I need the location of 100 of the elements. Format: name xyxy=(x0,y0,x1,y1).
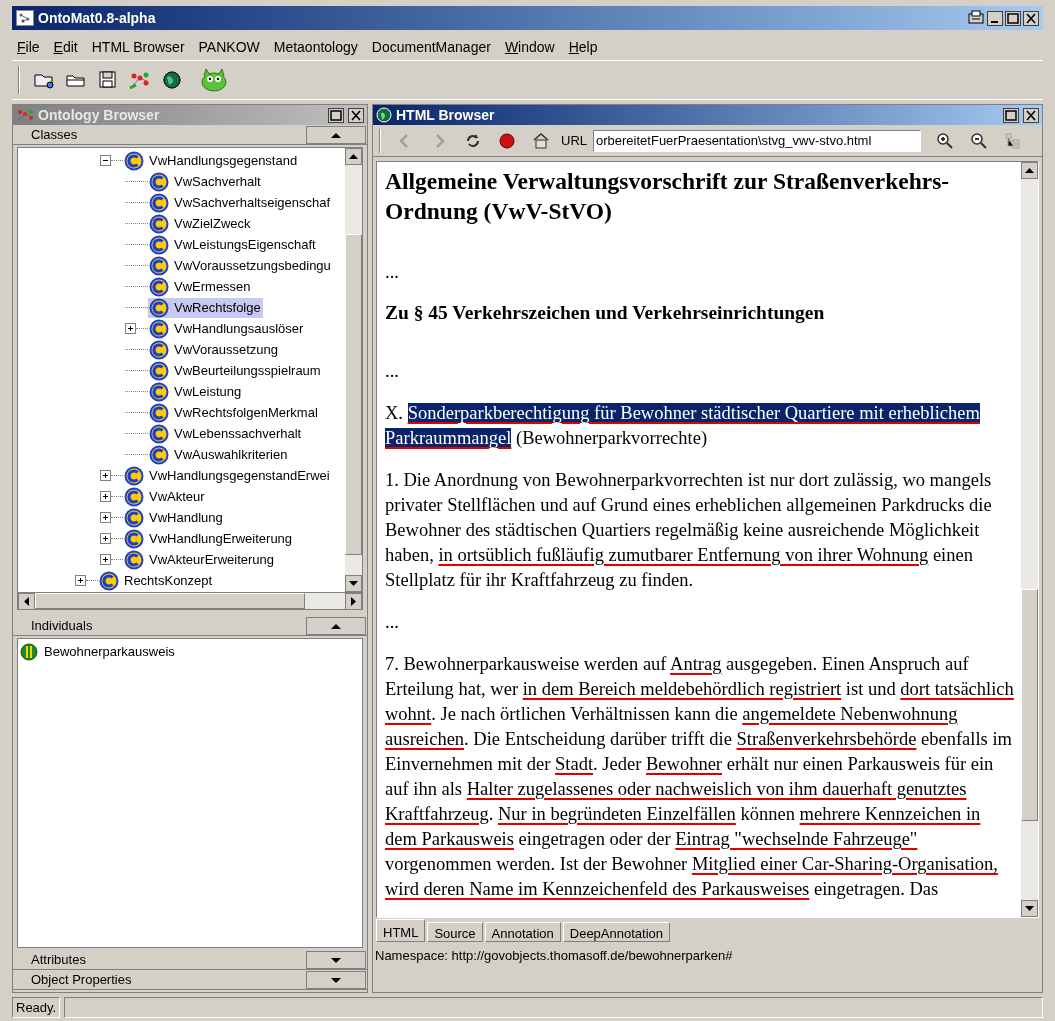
ellipsis-text: ... xyxy=(385,261,400,284)
tree-item[interactable]: VwErmessen xyxy=(148,276,253,297)
tree-item[interactable]: VwSachverhalt xyxy=(148,171,263,192)
class-icon xyxy=(148,276,170,297)
tab[interactable]: DeepAnnotation xyxy=(562,922,670,942)
menu-item[interactable]: HTML Browser xyxy=(86,34,190,60)
panel-title: Ontology Browser xyxy=(38,105,161,125)
menu-item[interactable]: Metaontology xyxy=(268,34,363,60)
class-icon xyxy=(123,486,145,507)
tree-item[interactable]: VwHandlungErweiterung xyxy=(123,528,295,549)
globe-icon[interactable] xyxy=(160,68,184,92)
close-button[interactable] xyxy=(1023,10,1039,26)
class-icon xyxy=(123,150,145,171)
url-field[interactable]: orbereitetFuerPraesentation\stvg_vwv-stvo.html xyxy=(593,129,921,152)
paragraph: 7. Bewohnerparkausweise werden auf Antrag ausgegeben. Einen Anspruch auf Erteilung hat, wer in dem Bereich meldebehördlich registriert ist und dort tatsächlich wohnt. Je nach örtlichen Verhältnissen kann die angemeldete Nebenwohnung ausreichen. Die Entscheidung darüber trifft die Straßenverkehrsbehörde ebenfalls im Einvernehmen mit der Stadt. Jeder Bewohner erhält nur einen Parkausweis für ein auf ihn als Halter zugelassenes oder nachweislich von ihm dauerhaft genutztes Kraftfahrzeug. Nur in begründeten Einzelfällen können mehrere Kennzeichen in dem Parkausweis eingetragen oder der Eintrag "wechselnde Fahrzeuge" vorgenommen werden. Ist der Bewohner Mitglied einer Car-Sharing-Organisation, wird deren Name im Kennzeichenfeld des Parkausweises eingetragen. Das xyxy=(385,653,1015,901)
stop-button[interactable] xyxy=(497,130,517,151)
globe-icon xyxy=(376,107,392,123)
scroll-right-button[interactable] xyxy=(345,593,362,610)
document-heading: Zu § 45 Verkehrszeichen und Verkehrseinrichtungen xyxy=(385,302,826,324)
menu-item[interactable]: File xyxy=(12,34,45,60)
class-icon xyxy=(148,318,170,339)
scroll-up-button[interactable] xyxy=(1021,162,1038,179)
url-label: URL xyxy=(561,131,587,150)
scroll-left-button[interactable] xyxy=(18,593,35,610)
tree-item[interactable]: VwBeurteilungsspielraum xyxy=(148,360,323,381)
menu-item[interactable]: PANKOW xyxy=(193,34,265,60)
expand-toggle[interactable] xyxy=(100,512,111,523)
tree-item[interactable]: VwRechtsfolgenMerkmal xyxy=(148,402,320,423)
scroll-thumb[interactable] xyxy=(1021,588,1038,821)
zoom-out-button[interactable] xyxy=(969,130,989,151)
tree-item[interactable]: VwLebenssachverhalt xyxy=(148,423,304,444)
menu-item[interactable]: Edit xyxy=(48,34,83,60)
section-label: Individuals xyxy=(30,616,94,635)
close-button[interactable] xyxy=(348,107,364,123)
expand-toggle[interactable] xyxy=(100,533,111,544)
tree-item[interactable]: VwVoraussetzungsbedingu xyxy=(148,255,333,276)
expand-button[interactable] xyxy=(306,950,366,969)
class-icon xyxy=(148,192,170,213)
expand-toggle[interactable] xyxy=(125,323,136,334)
window-title: OntoMat0.8-alpha xyxy=(38,8,157,28)
class-icon xyxy=(148,234,170,255)
scroll-up-button[interactable] xyxy=(345,148,362,165)
tree-item[interactable]: RechtsKonzept xyxy=(98,570,215,591)
paragraph: X. Sonderparkberechtigung für Bewohner städtischer Quartiere mit erheblichem Parkraummangel (Bewohnerparkvorrechte) xyxy=(385,402,981,450)
zoom-in-button[interactable] xyxy=(935,130,955,151)
menu-item[interactable]: Window xyxy=(499,34,560,60)
section-label: Object Properties xyxy=(30,970,133,989)
tree-item[interactable]: VwAkteurErweiterung xyxy=(123,549,276,570)
class-icon xyxy=(148,360,170,381)
tab[interactable]: HTML xyxy=(376,919,426,942)
collapse-button[interactable] xyxy=(306,125,366,144)
individual-item[interactable]: Bewohnerparkausweis xyxy=(20,643,362,661)
class-icon xyxy=(123,507,145,528)
individual-icon xyxy=(20,643,38,661)
class-icon xyxy=(148,423,170,444)
namespace-text: Namespace: http://govobjects.thomasoff.de/bewohnerparken# xyxy=(374,947,734,965)
maximize-button[interactable] xyxy=(1005,10,1021,26)
tree-item[interactable]: VwLeistung xyxy=(148,381,244,402)
scroll-down-button[interactable] xyxy=(345,575,362,592)
tree-item[interactable]: VwHandlung xyxy=(123,507,225,528)
tree-item[interactable]: VwAkteur xyxy=(123,486,207,507)
tab[interactable]: Annotation xyxy=(484,922,561,942)
class-icon xyxy=(148,171,170,192)
expand-toggle[interactable] xyxy=(100,470,111,481)
class-icon xyxy=(148,213,170,234)
tree-item[interactable]: VwAuswahlkriterien xyxy=(148,444,290,465)
scroll-down-button[interactable] xyxy=(1021,900,1038,917)
collapse-button[interactable] xyxy=(306,616,366,635)
tree-item[interactable]: VwSachverhaltseigenschaf xyxy=(148,192,333,213)
expand-toggle[interactable] xyxy=(100,554,111,565)
scroll-thumb[interactable] xyxy=(35,593,305,609)
expand-button[interactable] xyxy=(306,970,366,989)
tree-item[interactable]: VwHandlungsgegenstandErwei xyxy=(123,465,332,486)
tree-item[interactable]: VwVoraussetzung xyxy=(148,339,281,360)
ellipsis-text: ... xyxy=(385,611,400,634)
maximize-button[interactable] xyxy=(1003,107,1019,123)
tree-item[interactable]: VwLeistungsEigenschaft xyxy=(148,234,318,255)
class-icon xyxy=(148,339,170,360)
maximize-button[interactable] xyxy=(328,107,344,123)
close-button[interactable] xyxy=(1023,107,1039,123)
home-button[interactable] xyxy=(531,130,551,151)
class-icon xyxy=(123,465,145,486)
menu-item[interactable]: DocumentManager xyxy=(366,34,496,60)
collapse-toggle[interactable] xyxy=(100,155,111,166)
tree-item[interactable]: VwRechtsfolge xyxy=(148,297,263,318)
tree-item[interactable]: VwZielZweck xyxy=(148,213,253,234)
expand-toggle[interactable] xyxy=(100,491,111,502)
menu-item[interactable]: Help xyxy=(563,34,603,60)
tree-item[interactable]: VwHandlungsgegenstand xyxy=(123,150,300,171)
class-icon xyxy=(148,297,170,318)
class-icon xyxy=(148,255,170,276)
tab[interactable]: Source xyxy=(427,922,483,942)
class-icon xyxy=(148,402,170,423)
class-icon xyxy=(148,444,170,465)
scroll-thumb[interactable] xyxy=(345,234,362,555)
tree-item[interactable]: VwHandlungsauslöser xyxy=(148,318,306,339)
print-icon[interactable] xyxy=(967,10,985,26)
expand-toggle[interactable] xyxy=(75,575,86,586)
minimize-button[interactable] xyxy=(987,10,1003,26)
cat-icon[interactable] xyxy=(198,66,230,94)
